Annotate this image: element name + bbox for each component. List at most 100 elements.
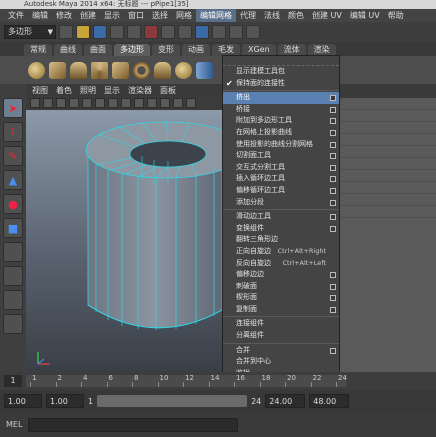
menu-item[interactable]: 翻转三角形边 xyxy=(223,234,339,246)
shelf-tab[interactable]: 多边形 xyxy=(114,44,150,56)
menu-item[interactable]: 复制面 xyxy=(223,304,339,316)
menubar-item[interactable]: 法线 xyxy=(260,9,284,22)
menubar-item[interactable]: 网格 xyxy=(172,9,196,22)
channel-row[interactable] xyxy=(340,206,436,218)
menu-item[interactable]: 合并 xyxy=(223,345,339,357)
option-box-icon[interactable] xyxy=(330,347,336,354)
menu-item[interactable]: 添加分段 xyxy=(223,197,339,209)
menu-item[interactable]: 插入循环边工具 xyxy=(223,173,339,185)
xray-icon[interactable] xyxy=(186,98,196,108)
menu-item[interactable]: 变换组件 xyxy=(223,223,339,235)
poly-prism-icon[interactable] xyxy=(154,61,171,79)
render-view-icon[interactable] xyxy=(3,314,23,334)
menu-item[interactable]: 刺破面 xyxy=(223,281,339,293)
poly-cone-icon[interactable] xyxy=(91,61,108,79)
option-box-icon[interactable] xyxy=(330,141,336,148)
option-box-icon[interactable] xyxy=(330,295,336,302)
open-scene-icon[interactable] xyxy=(76,25,90,39)
menu-item[interactable]: 反向自旋边 Ctrl+Alt+Left xyxy=(223,258,339,270)
scale-tool-icon[interactable]: ■ xyxy=(3,218,23,238)
option-box-icon[interactable] xyxy=(330,118,336,125)
playback-end-field[interactable]: 24.00 xyxy=(265,394,306,408)
select-tool-icon[interactable]: ➤ xyxy=(3,98,23,118)
poly-plane-icon[interactable] xyxy=(112,61,129,79)
lighting-icon[interactable] xyxy=(160,98,170,108)
menu-tearoff[interactable] xyxy=(223,56,339,66)
panel-menu-item[interactable]: 显示 xyxy=(104,85,120,96)
paint-select-tool-icon[interactable]: ✎ xyxy=(3,146,23,166)
smooth-shade-icon[interactable] xyxy=(134,98,144,108)
menu-item[interactable]: 滑动边工具 xyxy=(223,211,339,223)
wireframe-icon[interactable] xyxy=(121,98,131,108)
camera-select-icon[interactable] xyxy=(30,98,40,108)
snap-grid-icon[interactable] xyxy=(212,25,226,39)
new-scene-icon[interactable] xyxy=(59,25,73,39)
option-box-icon[interactable] xyxy=(330,95,336,102)
option-box-icon[interactable] xyxy=(330,106,336,113)
textured-icon[interactable] xyxy=(147,98,157,108)
snap-point-icon[interactable] xyxy=(246,25,260,39)
menubar-item[interactable]: 创建 UV xyxy=(308,9,346,22)
grid-toggle-icon[interactable] xyxy=(82,98,92,108)
poly-sphere-icon[interactable] xyxy=(28,61,45,79)
menubar-item[interactable]: 窗口 xyxy=(124,9,148,22)
shelf-tab[interactable]: 曲线 xyxy=(54,44,82,56)
shelf-tab[interactable]: 变形 xyxy=(152,44,180,56)
option-box-icon[interactable] xyxy=(330,199,336,206)
undo-icon[interactable] xyxy=(110,25,124,39)
range-slider-handle[interactable] xyxy=(97,395,248,407)
menu-item[interactable]: 合并到中心 xyxy=(223,356,339,368)
image-plane-icon[interactable] xyxy=(69,98,79,108)
menu-item[interactable]: 正向自旋边 Ctrl+Alt+Right xyxy=(223,246,339,258)
perspective-viewport[interactable] xyxy=(26,110,222,372)
menu-item[interactable]: 楔形面 xyxy=(223,292,339,304)
menu-item[interactable]: 分离组件 xyxy=(223,330,339,342)
snap-curve-icon[interactable] xyxy=(229,25,243,39)
channel-row[interactable] xyxy=(340,110,436,122)
menubar-item[interactable]: 帮助 xyxy=(384,9,408,22)
outliner-layout-icon[interactable] xyxy=(3,290,23,310)
menu-item[interactable]: 附加到多边形工具 xyxy=(223,115,339,127)
poly-cube-icon[interactable] xyxy=(49,61,66,79)
option-box-icon[interactable] xyxy=(330,306,336,313)
menubar-item[interactable]: 编辑网格 xyxy=(196,9,236,22)
redo-icon[interactable] xyxy=(127,25,141,39)
shelf-tab[interactable]: 动画 xyxy=(182,44,210,56)
menubar-item[interactable]: 颜色 xyxy=(284,9,308,22)
panel-menu-item[interactable]: 视图 xyxy=(32,85,48,96)
select-hierarchy-icon[interactable] xyxy=(161,25,175,39)
option-box-icon[interactable] xyxy=(330,225,336,232)
option-box-icon[interactable] xyxy=(330,272,336,279)
menubar-item[interactable]: 文件 xyxy=(4,9,28,22)
select-mode-icon[interactable] xyxy=(144,25,158,39)
option-box-icon[interactable] xyxy=(330,283,336,290)
mode-select[interactable]: 多边形 ▼ xyxy=(4,25,56,39)
option-box-icon[interactable] xyxy=(330,176,336,183)
bookmark-icon[interactable] xyxy=(56,98,66,108)
resolution-gate-icon[interactable] xyxy=(108,98,118,108)
menu-item[interactable]: 偏移循环边工具 xyxy=(223,185,339,197)
option-box-icon[interactable] xyxy=(330,214,336,221)
menubar-item[interactable]: 修改 xyxy=(52,9,76,22)
panel-menu-item[interactable]: 着色 xyxy=(56,85,72,96)
option-box-icon[interactable] xyxy=(330,187,336,194)
menu-item[interactable]: 偏移边边 xyxy=(223,269,339,281)
menu-item[interactable]: ✔ 保持面的连接性 xyxy=(223,78,339,90)
menu-item[interactable]: 使用投影的曲线分割网格 xyxy=(223,139,339,151)
channel-row[interactable] xyxy=(340,98,436,110)
rotate-tool-icon[interactable]: ● xyxy=(3,194,23,214)
menubar-item[interactable]: 代理 xyxy=(236,9,260,22)
menu-item[interactable]: 在网格上投影曲线 xyxy=(223,127,339,139)
menubar-item[interactable]: 创建 xyxy=(76,9,100,22)
poly-torus-icon[interactable] xyxy=(133,61,150,79)
poly-cylinder-icon[interactable] xyxy=(70,61,87,79)
time-slider[interactable]: 1 1 2 4 6 8 10 12 14 16 18 20 22 24 xyxy=(0,372,436,390)
film-gate-icon[interactable] xyxy=(95,98,105,108)
channel-row[interactable] xyxy=(340,158,436,170)
channel-row[interactable] xyxy=(340,170,436,182)
menubar-item[interactable]: 编辑 xyxy=(28,9,52,22)
move-tool-icon[interactable]: ▲ xyxy=(3,170,23,190)
panel-menu-item[interactable]: 渲染器 xyxy=(128,85,152,96)
layout-four-icon[interactable] xyxy=(3,266,23,286)
select-component-icon[interactable] xyxy=(195,25,209,39)
